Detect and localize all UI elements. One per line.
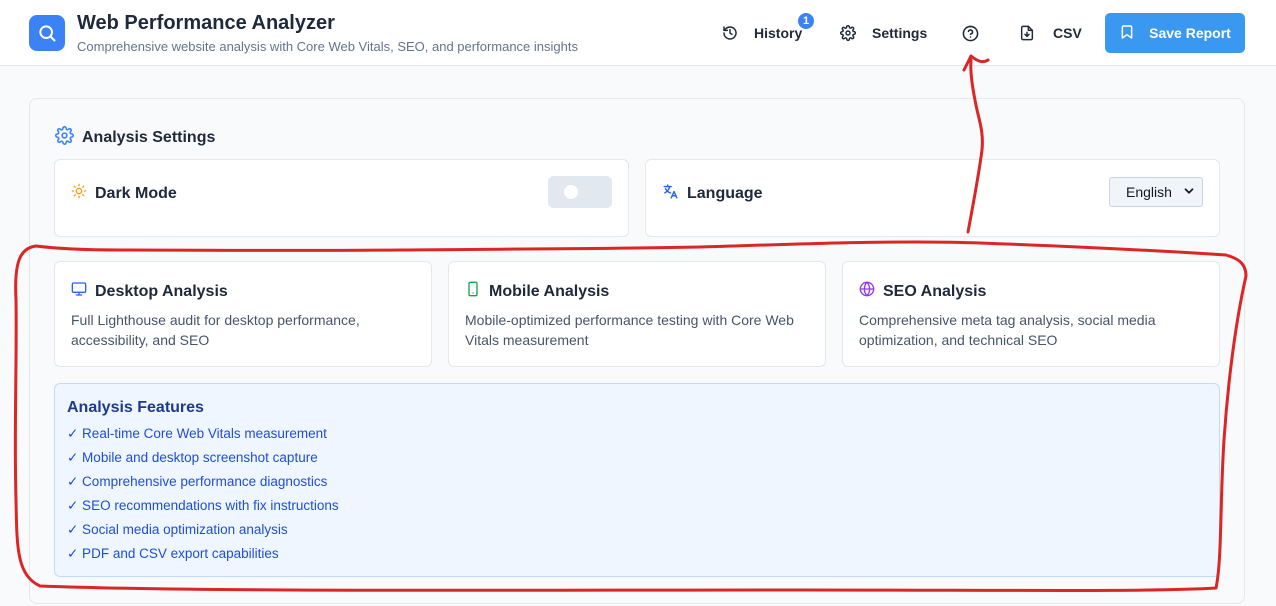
sun-icon [71, 183, 87, 204]
toggle-knob [564, 185, 578, 199]
desktop-analysis-label: Desktop Analysis [95, 282, 228, 300]
gear-icon [840, 25, 856, 41]
app-subtitle: Comprehensive website analysis with Core… [77, 39, 578, 54]
history-count-badge: 1 [796, 11, 816, 31]
dark-mode-title: Dark Mode [71, 183, 177, 204]
language-label: Language [687, 185, 763, 202]
translate-icon [662, 183, 679, 205]
history-icon [722, 25, 738, 41]
file-download-icon [1019, 25, 1035, 41]
help-icon [962, 25, 979, 42]
analysis-features-title: Analysis Features [67, 399, 204, 416]
smartphone-icon [465, 281, 481, 302]
help-button[interactable] [962, 20, 979, 46]
dark-mode-label: Dark Mode [95, 184, 177, 202]
dark-mode-toggle[interactable] [548, 176, 612, 208]
save-report-label: Save Report [1149, 25, 1231, 41]
seo-analysis-label: SEO Analysis [883, 282, 987, 300]
save-report-button[interactable]: Save Report [1105, 13, 1245, 53]
mobile-analysis-description: Mobile-optimized performance testing wit… [465, 312, 794, 348]
language-selected-value: English [1126, 184, 1172, 200]
seo-analysis-description: Comprehensive meta tag analysis, social … [859, 312, 1156, 348]
desktop-analysis-title: Desktop Analysis [71, 281, 228, 302]
csv-export-button[interactable]: CSV [1019, 20, 1082, 46]
search-icon [29, 15, 65, 51]
settings-label: Settings [872, 25, 928, 41]
globe-icon [859, 281, 875, 302]
section-title-text: Analysis Settings [82, 129, 216, 146]
language-select[interactable]: English [1109, 177, 1203, 207]
history-button[interactable]: History [722, 20, 802, 46]
history-label: History [754, 25, 803, 41]
gear-icon [55, 126, 74, 150]
csv-label: CSV [1053, 25, 1082, 41]
settings-button[interactable]: Settings [840, 20, 927, 46]
feature-item: ✓ SEO recommendations with fix instructi… [67, 498, 339, 513]
desktop-analysis-description: Full Lighthouse audit for desktop perfor… [71, 312, 360, 348]
seo-analysis-title: SEO Analysis [859, 281, 986, 302]
feature-item: ✓ Real-time Core Web Vitals measurement [67, 426, 327, 441]
feature-item: ✓ Comprehensive performance diagnostics [67, 474, 328, 489]
language-title: Language [662, 183, 763, 205]
mobile-analysis-label: Mobile Analysis [489, 282, 610, 300]
monitor-icon [71, 281, 87, 302]
analysis-settings-heading: Analysis Settings [55, 126, 215, 150]
chevron-down-icon [1182, 184, 1196, 201]
feature-item: ✓ Social media optimization analysis [67, 522, 288, 537]
app-title: Web Performance Analyzer [77, 12, 335, 34]
mobile-analysis-title: Mobile Analysis [465, 281, 609, 302]
feature-item: ✓ Mobile and desktop screenshot capture [67, 450, 318, 465]
bookmark-icon [1119, 24, 1135, 43]
feature-item: ✓ PDF and CSV export capabilities [67, 546, 279, 561]
app-header: Web Performance Analyzer Comprehensive w… [0, 0, 1276, 66]
